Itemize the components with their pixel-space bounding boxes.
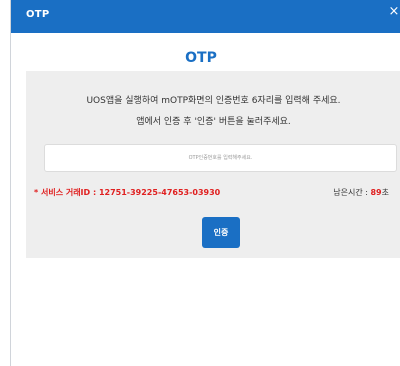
otp-code-input[interactable] [44, 144, 397, 172]
otp-panel: UOS앱을 실행하여 mOTP화면의 인증번호 6자리를 입력해 주세요. 앱에… [26, 71, 400, 258]
page-title: OTP [185, 50, 217, 66]
dialog-header-title: OTP [26, 9, 50, 20]
remaining-time: 남은시간 : 89초 [333, 187, 389, 198]
transaction-id: * 서비스 거래ID : 12751-39225-47653-03930 [34, 187, 220, 198]
transaction-id-label: * 서비스 거래ID : [34, 188, 99, 197]
transaction-id-value: 12751-39225-47653-03930 [98, 188, 221, 197]
remaining-time-seconds: 89 [370, 188, 382, 197]
instruction-line-1: UOS앱을 실행하여 mOTP화면의 인증번호 6자리를 입력해 주세요. [86, 96, 341, 106]
close-icon[interactable]: × [387, 4, 400, 20]
remaining-time-label: 남은시간 : [333, 188, 371, 197]
remaining-time-unit: 초 [381, 188, 389, 197]
dialog-header: OTP × [11, 0, 400, 33]
authenticate-button[interactable]: 인증 [202, 217, 240, 248]
otp-dialog: OTP × OTP UOS앱을 실행하여 mOTP화면의 인증번호 6자리를 입… [10, 0, 400, 366]
instruction-line-2: 앱에서 인증 후 '인증' 버튼을 눌러주세요. [136, 117, 291, 127]
